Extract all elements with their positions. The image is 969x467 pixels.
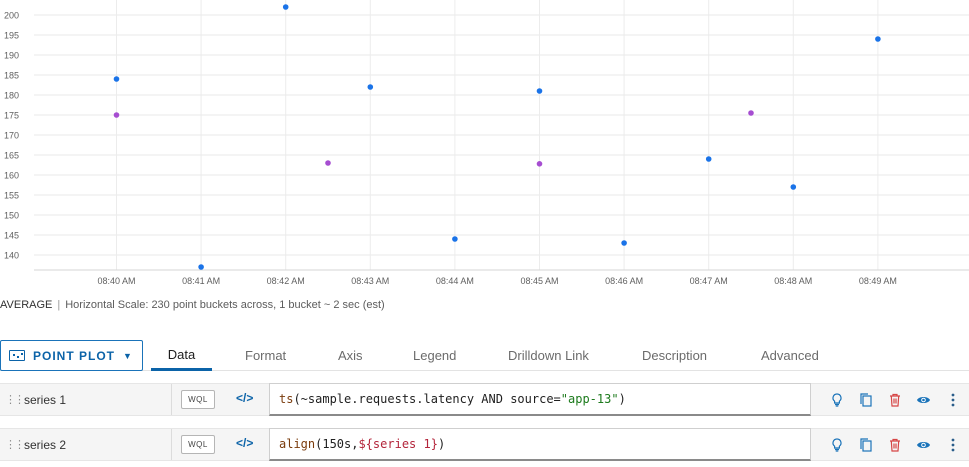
- horizontal-scale-text: Horizontal Scale: 230 point buckets acro…: [65, 299, 385, 311]
- data-point: [325, 160, 331, 166]
- more-vertical-icon[interactable]: [938, 438, 967, 452]
- lightbulb-icon[interactable]: [822, 392, 851, 407]
- chart-status-bar: AVERAGE | Horizontal Scale: 230 point buck…: [0, 299, 385, 311]
- x-tick-label: 08:44 AM: [436, 276, 474, 286]
- code-icon[interactable]: </>: [236, 391, 253, 405]
- tab-advanced-label: Advanced: [761, 348, 819, 363]
- x-tick-label: 08:40 AM: [97, 276, 135, 286]
- data-point: [282, 4, 289, 10]
- y-tick-label: 155: [4, 191, 19, 201]
- y-tick-label: 165: [4, 151, 19, 161]
- data-point: [621, 240, 627, 246]
- y-tick-label: 200: [4, 11, 19, 21]
- query-token: ): [437, 437, 446, 451]
- editor-tab-bar: POINT PLOT ▼ Data Format Axis Legend Dri…: [0, 340, 969, 371]
- query-row: ⋮⋮ series 2 WQL </> align (150s, ${series…: [0, 428, 969, 461]
- data-point: [367, 84, 374, 90]
- aggregation-label: AVERAGE: [0, 299, 53, 311]
- tab-axis-label: Axis: [338, 348, 363, 363]
- tab-description[interactable]: Description: [642, 340, 707, 371]
- y-tick-label: 180: [4, 91, 19, 101]
- tab-description-label: Description: [642, 348, 708, 363]
- query-token: (150s,: [315, 437, 359, 451]
- y-tick-label: 190: [4, 51, 19, 61]
- data-point: [790, 184, 797, 190]
- x-tick-label: 08:45 AM: [520, 276, 558, 286]
- y-tick-label: 150: [4, 211, 19, 221]
- query-actions: [822, 384, 969, 415]
- tab-legend[interactable]: Legend: [413, 340, 456, 371]
- query-row: ⋮⋮ series 1 WQL </> ts (~sample.requests.…: [0, 383, 969, 416]
- tab-format[interactable]: Format: [245, 340, 286, 371]
- query-input[interactable]: align (150s, ${series 1}): [269, 428, 811, 461]
- query-name[interactable]: series 2: [24, 429, 172, 460]
- plot-type-label: POINT PLOT: [33, 348, 115, 363]
- data-point: [113, 112, 120, 118]
- eye-icon[interactable]: [909, 395, 938, 405]
- trash-icon[interactable]: [880, 438, 909, 452]
- tab-data[interactable]: Data: [151, 340, 212, 371]
- y-tick-label: 160: [4, 171, 19, 181]
- tab-format-label: Format: [245, 348, 287, 363]
- eye-icon[interactable]: [909, 440, 938, 450]
- query-token: align: [279, 437, 316, 451]
- data-point: [875, 36, 881, 42]
- point-plot-icon: [9, 350, 25, 361]
- x-tick-label: 08:48 AM: [774, 276, 812, 286]
- x-tick-label: 08:42 AM: [267, 276, 305, 286]
- y-tick-label: 140: [4, 251, 19, 261]
- y-tick-label: 175: [4, 111, 19, 121]
- drag-handle-icon[interactable]: ⋮⋮: [5, 438, 25, 451]
- copy-icon[interactable]: [851, 392, 880, 407]
- plot-type-dropdown[interactable]: POINT PLOT ▼: [0, 340, 143, 371]
- y-tick-label: 170: [4, 131, 19, 141]
- x-tick-label: 08:46 AM: [605, 276, 643, 286]
- wql-toggle-button[interactable]: WQL: [181, 435, 215, 454]
- wql-toggle-button[interactable]: WQL: [181, 390, 215, 409]
- y-tick-label: 195: [4, 31, 19, 41]
- lightbulb-icon[interactable]: [822, 437, 851, 452]
- query-actions: [822, 429, 969, 460]
- copy-icon[interactable]: [851, 437, 880, 452]
- tab-drilldown-link-label: Drilldown Link: [508, 348, 589, 363]
- query-token: (~sample.requests.latency AND source=: [293, 392, 561, 406]
- query-input[interactable]: ts (~sample.requests.latency AND source= "…: [269, 383, 811, 416]
- query-token: ): [618, 392, 626, 406]
- drag-handle-icon[interactable]: ⋮⋮: [5, 393, 25, 406]
- tab-data-label: Data: [167, 346, 196, 362]
- status-separator: |: [57, 299, 61, 311]
- query-token: "app-13": [560, 392, 619, 406]
- data-point: [536, 161, 543, 167]
- x-tick-label: 08:47 AM: [690, 276, 728, 286]
- data-point: [452, 236, 458, 242]
- query-name-text: series 1: [24, 392, 67, 407]
- data-point: [748, 110, 754, 116]
- chevron-down-icon: ▼: [123, 350, 133, 361]
- data-point: [705, 156, 712, 162]
- more-vertical-icon[interactable]: [938, 393, 967, 407]
- query-name-text: series 2: [24, 437, 67, 452]
- tab-legend-label: Legend: [413, 348, 457, 363]
- x-tick-label: 08:43 AM: [351, 276, 389, 286]
- data-point: [198, 264, 204, 270]
- point-plot-chart: 200 195 190 185 180 175 170 165 160 155 150 145 140 0…: [4, 0, 969, 286]
- tab-advanced[interactable]: Advanced: [761, 340, 819, 371]
- data-point: [536, 88, 543, 94]
- trash-icon[interactable]: [880, 393, 909, 407]
- query-token: ${series 1}: [358, 437, 438, 451]
- y-tick-label: 185: [4, 71, 19, 81]
- x-tick-label: 08:41 AM: [182, 276, 220, 286]
- query-token: ts: [279, 392, 294, 406]
- data-point: [113, 76, 120, 82]
- y-tick-label: 145: [4, 231, 19, 241]
- query-name[interactable]: series 1: [24, 384, 172, 415]
- code-icon[interactable]: </>: [236, 436, 253, 450]
- x-tick-label: 08:49 AM: [859, 276, 897, 286]
- tab-drilldown-link[interactable]: Drilldown Link: [508, 340, 589, 371]
- tab-axis[interactable]: Axis: [338, 340, 363, 371]
